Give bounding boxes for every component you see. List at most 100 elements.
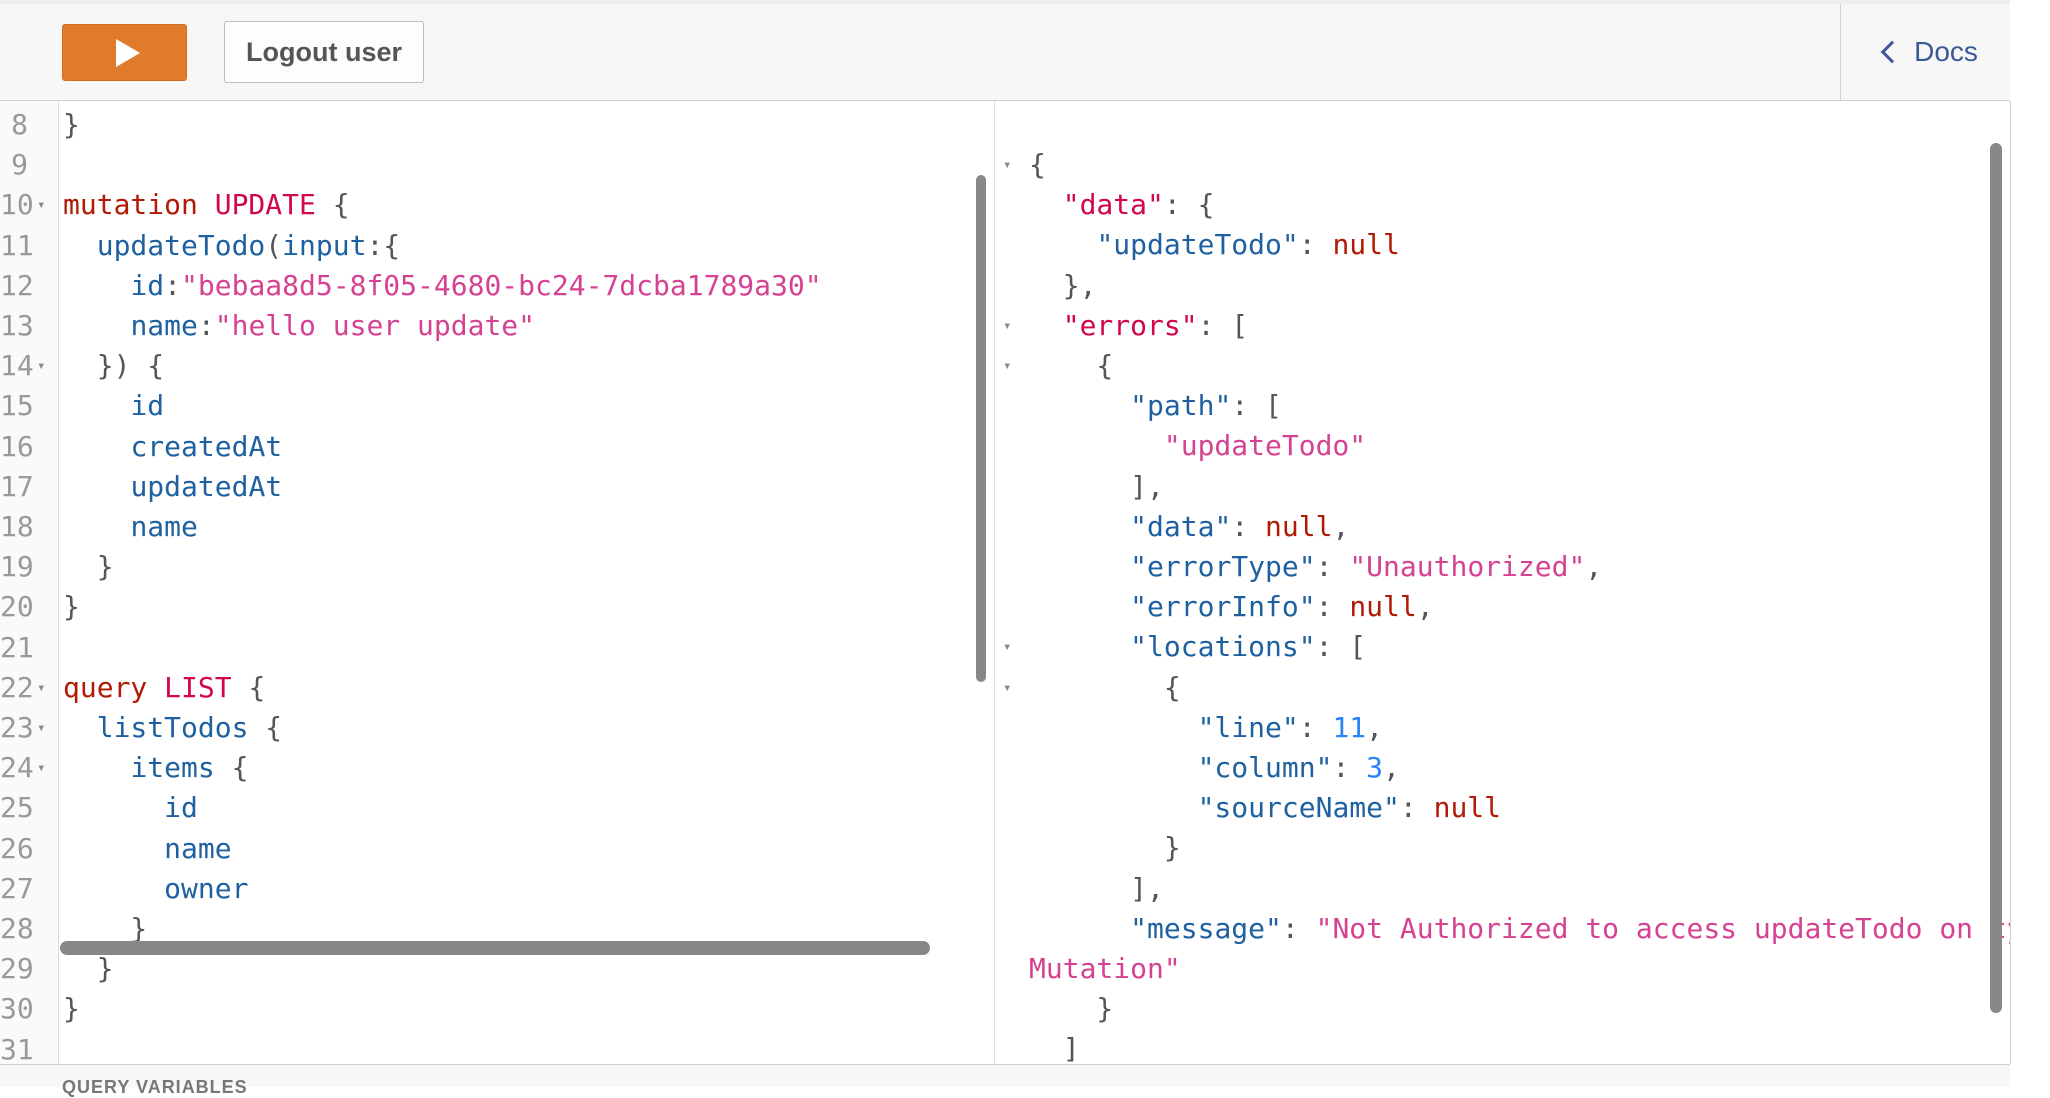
json-text: "updateTodo": [1163, 429, 1367, 463]
logout-user-button[interactable]: Logout user: [224, 21, 424, 83]
line-number: 20: [0, 590, 34, 624]
result-line: "data": {: [995, 185, 2010, 225]
query-editor[interactable]: 8} 9 10 ▾ mutation UPDATE {11 updateTodo(inp…: [0, 101, 995, 1064]
editor-line[interactable]: 16 createdAt: [0, 427, 994, 467]
editor-line[interactable]: 10 ▾ mutation UPDATE {: [0, 185, 994, 225]
result-line: }: [995, 828, 2010, 868]
editor-vertical-scrollbar[interactable]: [976, 175, 986, 682]
line-number: 14: [0, 349, 34, 383]
result-line: ▾ {: [995, 668, 2010, 708]
docs-label: Docs: [1914, 36, 1978, 67]
line-number: 10: [0, 188, 34, 222]
editor-line[interactable]: 25 id: [0, 788, 994, 828]
line-number: 31: [0, 1032, 34, 1064]
editor-line[interactable]: 29 }: [0, 949, 994, 989]
line-number: 24: [0, 751, 34, 785]
fold-arrow-icon[interactable]: ▾: [37, 346, 45, 386]
line-number: 17: [0, 469, 34, 503]
editor-line[interactable]: 17 updatedAt: [0, 467, 994, 507]
json-text: "path": [: [1130, 389, 1282, 423]
editor-line[interactable]: 31: [0, 1030, 994, 1064]
code-text: }: [63, 590, 80, 624]
result-viewer: ▾{ "data": { "updateTodo": null }, ▾ "err…: [995, 101, 2011, 1064]
run-query-button[interactable]: [62, 24, 187, 81]
json-text: }: [1029, 831, 1181, 865]
code-text: name: [130, 510, 198, 543]
code-text: }) {: [63, 349, 165, 383]
editor-line[interactable]: 21: [0, 628, 994, 668]
editor-line[interactable]: 27 owner: [0, 869, 994, 909]
result-line: ▾{: [995, 145, 2010, 185]
play-icon: [115, 38, 140, 67]
editor-line[interactable]: 18 name: [0, 507, 994, 547]
json-text: "errorType": "Unauthorized",: [1130, 550, 1603, 583]
line-number: 25: [0, 791, 34, 825]
json-text: "updateTodo": null: [1096, 228, 1400, 262]
line-number: 19: [0, 550, 34, 584]
editor-line[interactable]: 8}: [0, 105, 994, 145]
result-line: "message": "Not Authorized to access upd…: [995, 909, 2010, 949]
fold-arrow-icon[interactable]: ▾: [1003, 145, 1011, 185]
result-line: "errorType": "Unauthorized",: [995, 547, 2010, 587]
fold-arrow-icon[interactable]: ▾: [1003, 668, 1011, 708]
code-text: owner: [164, 871, 249, 905]
json-text: "sourceName": null: [1197, 791, 1502, 825]
code-text: mutation UPDATE {: [63, 188, 350, 222]
line-number: 23: [0, 711, 34, 744]
editor-line[interactable]: 22 ▾ query LIST {: [0, 668, 994, 708]
query-variables-bar[interactable]: QUERY VARIABLES: [0, 1064, 2010, 1097]
json-text: },: [1029, 268, 1097, 302]
editor-line[interactable]: 12 id:"bebaa8d5-8f05-4680-bc24-7dcba1789…: [0, 266, 994, 306]
line-number: 28: [0, 912, 34, 945]
result-line: "path": [: [995, 386, 2010, 426]
json-text: }: [1029, 992, 1114, 1026]
result-line: ▾ "errors": [: [995, 306, 2010, 346]
json-text: "errorInfo": null,: [1130, 590, 1434, 624]
code-text: }: [63, 108, 80, 141]
chevron-left-icon: [1880, 40, 1904, 64]
json-text: ],: [1029, 871, 1164, 905]
fold-arrow-icon[interactable]: ▾: [37, 748, 45, 788]
editor-horizontal-scrollbar[interactable]: [60, 941, 930, 955]
fold-arrow-icon[interactable]: ▾: [37, 708, 45, 748]
editor-line[interactable]: 24 ▾ items {: [0, 748, 994, 788]
code-text: id:"bebaa8d5-8f05-4680-bc24-7dcba1789a30…: [130, 268, 822, 302]
json-text: ]: [1029, 1032, 1080, 1064]
editor-line[interactable]: 9: [0, 145, 994, 185]
code-text: updateTodo(input:{: [96, 228, 401, 262]
code-text: id: [130, 389, 165, 423]
result-vertical-scrollbar[interactable]: [1990, 143, 2002, 1013]
json-text: "errors": [: [1062, 308, 1249, 342]
line-number: 15: [0, 389, 34, 423]
json-text: "data": {: [1062, 188, 1215, 222]
toolbar: Logout user Docs: [0, 0, 2010, 101]
fold-arrow-icon[interactable]: ▾: [37, 185, 45, 225]
editor-line[interactable]: 26 name: [0, 829, 994, 869]
line-number: 13: [0, 309, 34, 342]
fold-arrow-icon[interactable]: ▾: [1003, 346, 1011, 386]
editor-line[interactable]: 30}: [0, 989, 994, 1029]
result-line: ▾ {: [995, 346, 2010, 386]
fold-arrow-icon[interactable]: ▾: [1003, 627, 1011, 667]
line-number: 11: [0, 228, 34, 262]
code-text: id: [164, 791, 198, 825]
editor-line[interactable]: 14 ▾ }) {: [0, 346, 994, 386]
editor-line[interactable]: 11 updateTodo(input:{: [0, 226, 994, 266]
editor-line[interactable]: 13 name:"hello user update": [0, 306, 994, 346]
editor-line[interactable]: 23 ▾ listTodos {: [0, 708, 994, 748]
result-line: ]: [995, 1029, 2010, 1064]
json-text: ],: [1029, 469, 1164, 503]
editor-line[interactable]: 20}: [0, 587, 994, 627]
docs-button[interactable]: Docs: [1880, 36, 1978, 68]
json-text: "line": 11,: [1197, 710, 1384, 744]
editor-line[interactable]: 15 id: [0, 386, 994, 426]
editor-line[interactable]: 19 }: [0, 547, 994, 587]
line-number: 29: [0, 952, 34, 986]
fold-arrow-icon[interactable]: ▾: [37, 668, 45, 708]
code-text: name: [164, 831, 232, 865]
code-text: name:"hello user update": [130, 309, 536, 342]
result-line: }: [995, 989, 2010, 1029]
line-number: 26: [0, 831, 34, 865]
json-text: {: [1029, 670, 1181, 704]
fold-arrow-icon[interactable]: ▾: [1003, 306, 1011, 346]
